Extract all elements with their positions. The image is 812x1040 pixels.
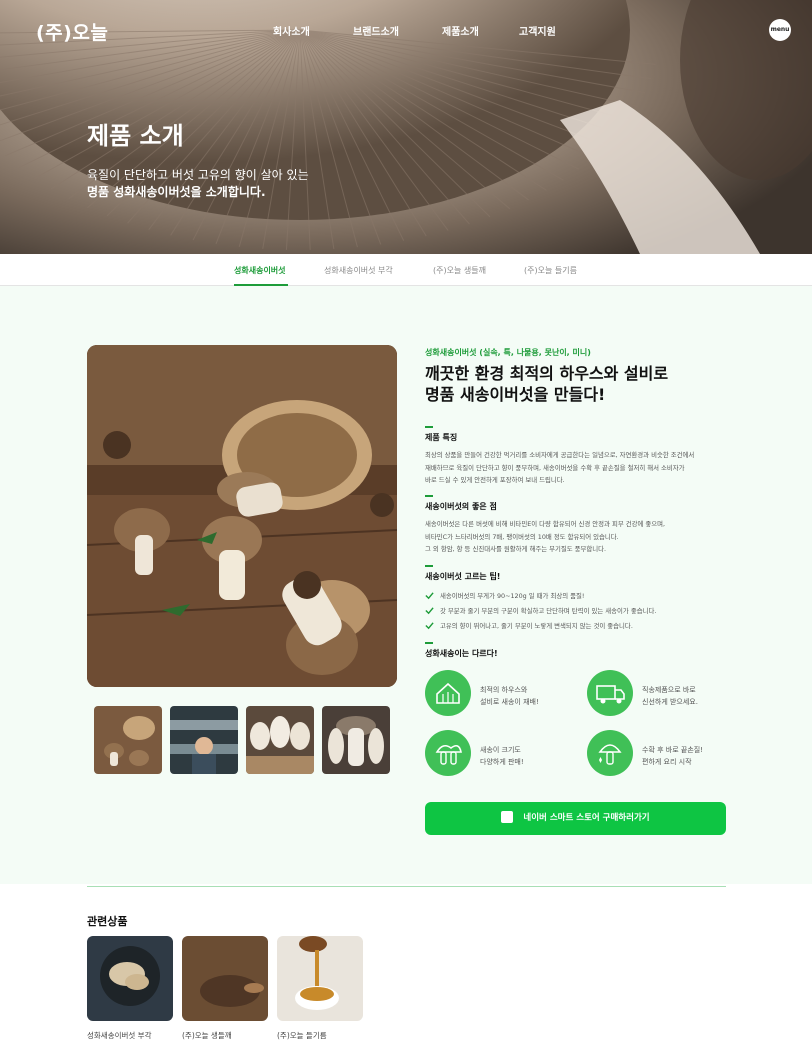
section-accent-bar xyxy=(425,565,433,567)
related-product-card[interactable]: (주)오늘 생들깨 xyxy=(182,936,268,1040)
feature-line: 최적의 하우스와 xyxy=(480,686,528,694)
section-accent-bar xyxy=(425,495,433,497)
headline-line1: 깨끗한 환경 최적의 하우스와 설비로 xyxy=(425,364,669,383)
section-line: 새송이버섯은 다른 버섯에 비해 비타민E이 다량 함유되어 신경 안정과 피부… xyxy=(425,520,666,528)
product-thumbnail-2[interactable] xyxy=(170,706,238,774)
check-icon xyxy=(425,622,434,630)
menu-button[interactable]: menu xyxy=(769,19,791,41)
related-product-label: (주)오늘 들기름 xyxy=(277,1031,327,1040)
feature-text: 최적의 하우스와 설비로 새송이 재배! xyxy=(480,684,539,708)
feature-text: 직송제품으로 바로 신선하게 받으세요. xyxy=(642,684,698,708)
check-icon xyxy=(425,607,434,615)
section-line: 최상의 상품을 만들어 건강한 먹거리를 소비자에게 공급한다는 일념으로, 자… xyxy=(425,451,695,459)
feature-ready-to-cook: 수확 후 바로 끝손질! 편하게 요리 시작 xyxy=(587,730,737,780)
section-divider xyxy=(87,886,726,887)
tip-text: 새송이버섯의 무게가 90~120g 일 때가 최상의 품질! xyxy=(440,592,585,600)
hero-subtitle-line2: 명품 성화새송이버섯을 소개합니다. xyxy=(87,185,266,199)
feature-text: 수확 후 바로 끝손질! 편하게 요리 시작 xyxy=(642,744,703,768)
tab-perilla-oil[interactable]: (주)오늘 들기름 xyxy=(524,265,577,276)
greenhouse-icon xyxy=(425,670,471,716)
headline-line2: 명품 새송이버섯을 만들다! xyxy=(425,385,606,404)
product-headline: 깨끗한 환경 최적의 하우스와 설비로 명품 새송이버섯을 만들다! xyxy=(425,363,668,405)
feature-line: 새송이 크기도 xyxy=(480,746,521,754)
product-tabs: 성화새송이버섯 성화새송이버섯 부각 (주)오늘 생들깨 (주)오늘 들기름 xyxy=(0,254,812,286)
tab-perilla-seed[interactable]: (주)오늘 생들깨 xyxy=(433,265,486,276)
product-detail-section: 성화새송이버섯 (실속, 특, 나물용, 못난이, 미니) 깨끗한 환경 최적의… xyxy=(0,286,812,884)
section-line: 재배하므로 육질이 단단하고 향이 풍부하며, 새송이버섯을 수확 후 끝손질을… xyxy=(425,463,685,472)
feature-line: 수확 후 바로 끝손질! xyxy=(642,746,704,754)
related-product-image xyxy=(87,936,173,1021)
related-product-label: (주)오늘 생들깨 xyxy=(182,1031,232,1040)
tips-section: 새송이버섯 고르는 팁! 새송이버섯의 무게가 90~120g 일 때가 최상의… xyxy=(425,565,656,633)
hero-subtitle-line1: 육질이 단단하고 버섯 고유의 향이 살아 있는 xyxy=(87,168,309,182)
page-title: 제품 소개 xyxy=(87,122,184,150)
tip-item: 갓 부분과 줄기 부분의 구분이 확실하고 단단하며 탄력이 있는 새송이가 좋… xyxy=(425,603,656,618)
section-accent-bar xyxy=(425,426,433,428)
nav-item-support[interactable]: 고객지원 xyxy=(519,23,556,38)
section-line: 비타민C가 느타리버섯의 7배, 팽이버섯의 10배 정도 함유되어 있습니다. xyxy=(425,532,619,541)
nav-item-brand[interactable]: 브랜드소개 xyxy=(353,23,399,38)
product-thumbnail-1[interactable] xyxy=(94,706,162,774)
section-title: 제품 특징 xyxy=(425,433,458,442)
related-product-image xyxy=(182,936,268,1021)
naver-store-buy-button[interactable]: 네이버 스마트 스토어 구매하러가기 xyxy=(425,802,726,835)
tip-text: 고유의 향이 뛰어나고, 줄기 부분이 노랗게 변색되지 않는 것이 좋습니다. xyxy=(440,622,633,630)
feature-delivery: 직송제품으로 바로 신선하게 받으세요. xyxy=(587,670,737,720)
naver-store-icon xyxy=(501,810,514,823)
tip-item: 새송이버섯의 무게가 90~120g 일 때가 최상의 품질! xyxy=(425,588,656,603)
check-icon xyxy=(425,592,434,600)
features-section: 제품 특징 최상의 상품을 만들어 건강한 먹거리를 소비자에게 공급한다는 일… xyxy=(425,426,694,487)
section-title: 성화새송이는 다르다! xyxy=(425,649,498,658)
related-product-image xyxy=(277,936,363,1021)
section-title: 새송이버섯 고르는 팁! xyxy=(425,572,501,581)
product-thumbnail-3[interactable] xyxy=(246,706,314,774)
feature-line: 다양하게 판매! xyxy=(480,758,524,766)
mushroom-sparkle-icon xyxy=(587,730,633,776)
related-product-card[interactable]: (주)오늘 들기름 xyxy=(277,936,363,1040)
feature-sizes: 새송이 크기도 다양하게 판매! xyxy=(425,730,575,780)
feature-line: 신선하게 받으세요. xyxy=(642,698,698,706)
section-title: 새송이버섯의 좋은 점 xyxy=(425,502,497,511)
nav-item-products[interactable]: 제품소개 xyxy=(442,23,479,38)
product-main-image xyxy=(87,345,397,687)
buy-button-label: 네이버 스마트 스토어 구매하러가기 xyxy=(523,813,650,823)
feature-line: 직송제품으로 바로 xyxy=(642,686,696,694)
related-product-label: 성화새송이버섯 부각 xyxy=(87,1031,152,1040)
related-products-title: 관련상품 xyxy=(87,915,128,928)
section-line: 바로 드실 수 있게 안전하게 포장하여 보내 드립니다. xyxy=(425,476,565,484)
benefits-section: 새송이버섯의 좋은 점 새송이버섯은 다른 버섯에 비해 비타민E이 다량 함유… xyxy=(425,495,665,556)
difference-section: 성화새송이는 다르다! xyxy=(425,642,498,665)
section-body: 새송이버섯은 다른 버섯에 비해 비타민E이 다량 함유되어 신경 안정과 피부… xyxy=(425,518,665,556)
tab-mushroom-chips[interactable]: 성화새송이버섯 부각 xyxy=(324,265,393,276)
nav-item-company[interactable]: 회사소개 xyxy=(273,23,310,38)
product-thumbnail-4[interactable] xyxy=(322,706,390,774)
hero-banner: (주)오늘 회사소개 브랜드소개 제품소개 고객지원 menu 제품 소개 육질… xyxy=(0,0,812,254)
section-accent-bar xyxy=(425,642,433,644)
feature-line: 편하게 요리 시작 xyxy=(642,758,692,766)
tip-text: 갓 부분과 줄기 부분의 구분이 확실하고 단단하며 탄력이 있는 새송이가 좋… xyxy=(440,607,657,615)
feature-line: 설비로 새송이 재배! xyxy=(480,698,539,706)
section-body: 최상의 상품을 만들어 건강한 먹거리를 소비자에게 공급한다는 일념으로, 자… xyxy=(425,449,694,487)
feature-greenhouse: 최적의 하우스와 설비로 새송이 재배! xyxy=(425,670,575,720)
product-category-label: 성화새송이버섯 (실속, 특, 나물용, 못난이, 미니) xyxy=(425,348,591,357)
tip-item: 고유의 향이 뛰어나고, 줄기 부분이 노랗게 변색되지 않는 것이 좋습니다. xyxy=(425,618,656,633)
tab-mushroom[interactable]: 성화새송이버섯 xyxy=(234,265,286,276)
delivery-truck-icon xyxy=(587,670,633,716)
section-line: 그 외 항암, 항 등 신진대사를 원활하게 해주는 무기질도 풍부합니다. xyxy=(425,545,607,553)
main-nav: 회사소개 브랜드소개 제품소개 고객지원 xyxy=(0,23,812,39)
related-product-card[interactable]: 성화새송이버섯 부각 xyxy=(87,936,173,1040)
feature-text: 새송이 크기도 다양하게 판매! xyxy=(480,744,524,768)
mushroom-cluster-icon xyxy=(425,730,471,776)
